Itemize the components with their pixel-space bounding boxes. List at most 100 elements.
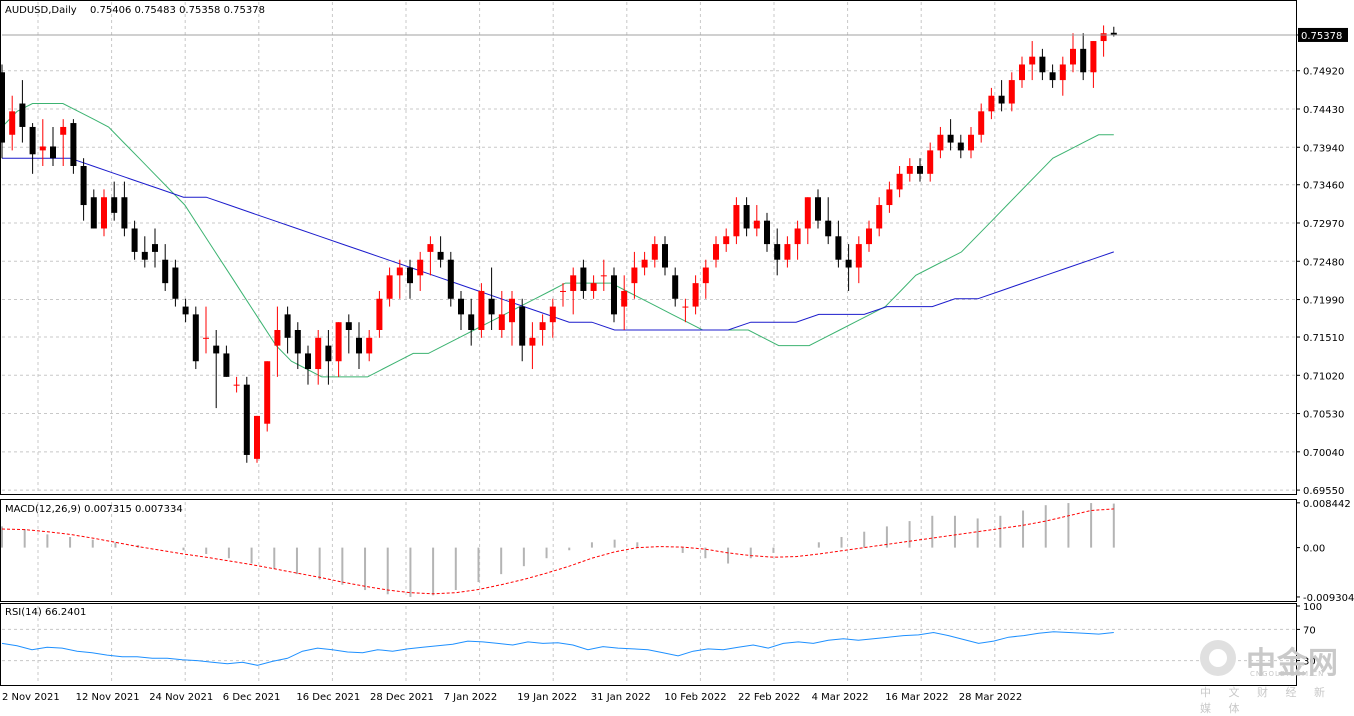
candle-bear	[774, 244, 781, 260]
candle-bear	[223, 353, 230, 377]
candle-bull	[560, 290, 566, 292]
time-tick-label: 7 Jan 2022	[444, 692, 498, 703]
candle-bull	[396, 267, 403, 276]
candle-bull	[896, 173, 903, 190]
candle-bull	[876, 205, 883, 229]
candle-bull	[866, 228, 872, 245]
ma-slow-line	[2, 157, 1114, 331]
price-tick-label: 0.71020	[1303, 371, 1344, 382]
candle-bear	[345, 322, 352, 330]
candle-bull	[529, 337, 536, 346]
price-header-ohlc: 0.75406 0.75483 0.75358 0.75378	[90, 5, 265, 16]
candle-bear	[182, 306, 189, 315]
price-tick-label: 0.74920	[1303, 67, 1344, 78]
rsi-header: RSI(14) 66.2401	[5, 607, 86, 618]
candle-bull	[804, 197, 811, 229]
candle-bull	[702, 267, 709, 284]
rsi-line	[1, 628, 1296, 666]
candle-bull	[600, 275, 607, 277]
time-tick-label: 16 Dec 2021	[296, 692, 360, 703]
rsi-pane[interactable]: RSI(14) 66.2401	[0, 603, 1297, 686]
candle-bear	[917, 166, 923, 174]
candle-bull	[509, 298, 515, 323]
time-tick-label: 28 Dec 2021	[370, 692, 434, 703]
candle-bear	[29, 126, 36, 155]
candle-bull	[1029, 56, 1036, 65]
price-pane-border	[0, 0, 1297, 495]
time-axis[interactable]: 2 Nov 2021 12 Nov 2021 24 Nov 2021 6 Dec 20…	[2, 692, 1022, 703]
candle-bull	[264, 361, 271, 424]
rsi-tick-label: 100	[1303, 602, 1322, 613]
time-tick-label: 4 Mar 2022	[812, 692, 869, 703]
candle-bull	[315, 337, 322, 370]
candle-bear	[1080, 48, 1087, 73]
macd-signal-line	[1, 508, 1114, 595]
candle-bear	[152, 244, 158, 252]
candle-bear	[284, 314, 291, 338]
candle-bull	[254, 415, 260, 459]
candle-bull	[549, 306, 556, 323]
candle-bear	[172, 267, 179, 299]
time-tick-label: 22 Feb 2022	[738, 692, 800, 703]
price-tick-label: 0.72480	[1303, 257, 1344, 268]
time-tick-label: 24 Nov 2021	[149, 692, 213, 703]
ma-fast-line	[1, 103, 1114, 378]
candle-bull	[886, 189, 893, 206]
candle-bear	[437, 251, 444, 260]
candle-bear	[90, 197, 97, 229]
candle-bear	[825, 220, 832, 237]
candle-bear	[121, 197, 128, 229]
candle-bull	[1008, 80, 1015, 104]
candle-bull	[855, 244, 862, 268]
macd-signal-line	[1, 508, 1114, 595]
candle-bear	[243, 384, 250, 455]
candle-bear	[111, 197, 118, 213]
candle-bull	[621, 290, 628, 307]
candle-bull	[1100, 33, 1107, 42]
candle-bull	[1059, 64, 1066, 81]
candle-bear	[1049, 72, 1056, 81]
time-tick-label: 31 Jan 2022	[591, 692, 651, 703]
candle-bear	[672, 275, 679, 299]
candle-bear	[447, 259, 454, 299]
candle-bear	[764, 220, 770, 245]
candle-bear	[80, 166, 87, 206]
candle-bull	[631, 267, 638, 284]
price-tick-label: 0.70530	[1303, 410, 1344, 421]
candle-bear	[70, 123, 77, 166]
candle-bull	[203, 337, 209, 339]
price-header-symbol: AUDUSD,Daily	[5, 5, 77, 16]
candle-bull	[590, 283, 597, 291]
macd-header: MACD(12,26,9) 0.007315 0.007334	[5, 504, 183, 515]
price-tick-label: 0.72970	[1303, 219, 1344, 230]
candle-bear	[0, 72, 5, 143]
candle-bear	[131, 228, 138, 252]
candle-bear	[19, 103, 26, 127]
current-price-label: 0.75378	[1301, 31, 1342, 42]
candle-bear	[356, 337, 362, 354]
candle-bull	[651, 244, 658, 260]
price-axis[interactable]: 0.75378 0.74920 0.74430 0.73940 0.73460 0.729…	[1296, 27, 1354, 668]
candle-bear	[458, 298, 464, 315]
price-tick-label: 0.74430	[1303, 105, 1344, 116]
candle-bull	[978, 111, 985, 135]
candle-bear	[519, 306, 526, 346]
candle-bull	[539, 322, 546, 330]
price-pane[interactable]: AUDUSD,Daily 0.75406 0.75483 0.75358 0.7…	[0, 0, 1297, 495]
price-tick-label: 0.71510	[1303, 333, 1344, 344]
candle-bear	[407, 267, 413, 284]
candle-bull	[988, 95, 995, 112]
candle-bull	[60, 126, 67, 135]
time-tick-label: 2 Nov 2021	[2, 692, 60, 703]
candle-bull	[682, 306, 689, 308]
candle-bull	[427, 244, 434, 252]
candle-bull	[641, 259, 648, 268]
candle-bear	[580, 267, 587, 291]
candle-bull	[927, 150, 934, 174]
candle-bear	[294, 330, 301, 354]
macd-pane[interactable]: MACD(12,26,9) 0.007315 0.007334	[0, 499, 1297, 602]
candle-bull	[9, 111, 16, 135]
candle-bull	[692, 283, 699, 307]
candle-bull	[968, 134, 974, 151]
candle-bear	[998, 95, 1005, 104]
